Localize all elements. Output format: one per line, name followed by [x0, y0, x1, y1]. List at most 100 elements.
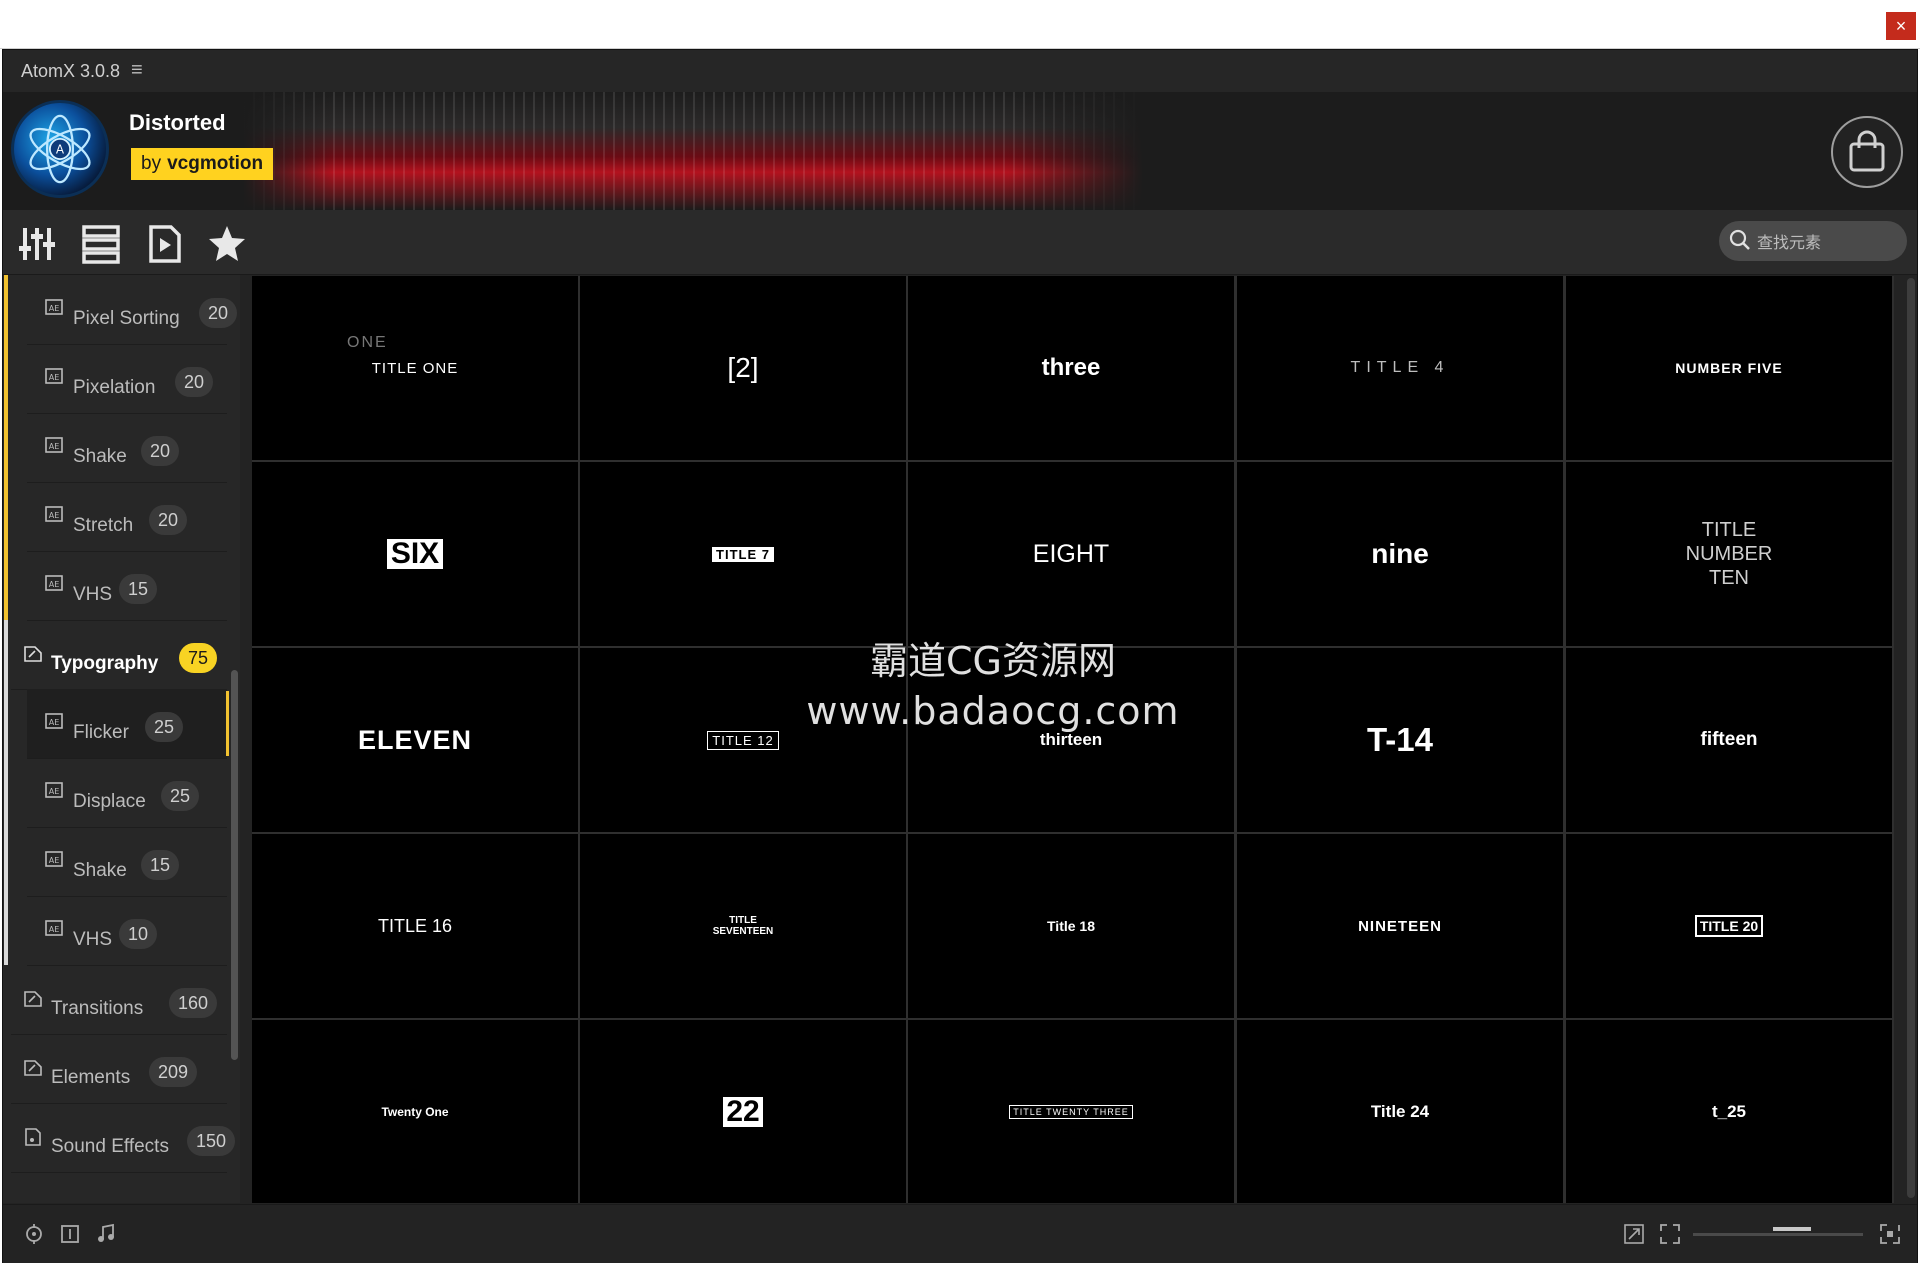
search-icon [1729, 229, 1750, 250]
film-icon[interactable] [59, 1223, 81, 1245]
preset-tile[interactable]: TITLE 4 [1237, 276, 1563, 460]
preset-tile[interactable]: TITLE TWENTY THREE [908, 1020, 1234, 1203]
preset-tile[interactable]: fifteen [1566, 648, 1892, 832]
zoom-slider-track[interactable] [1693, 1233, 1863, 1236]
preset-tile[interactable]: Twenty One [252, 1020, 578, 1203]
sidebar-category-sound-effects[interactable]: Sound Effects 150 [11, 1103, 236, 1173]
svg-text:AE: AE [49, 718, 60, 727]
preset-tile-label: Title 24 [1370, 1102, 1430, 1121]
fullscreen-icon[interactable] [1659, 1223, 1681, 1245]
sidebar-category-elements[interactable]: Elements 209 [11, 1034, 227, 1104]
sidebar-category-transitions[interactable]: Transitions 160 [11, 965, 227, 1035]
preset-tile[interactable]: TITLE 12 [580, 648, 906, 832]
bottom-status-bar [3, 1204, 1917, 1263]
preset-tile[interactable]: T-14 [1237, 648, 1563, 832]
sidebar-item-label: VHS [73, 584, 113, 605]
preset-tile[interactable]: SIX [252, 462, 578, 646]
ae-preset-icon: AE [45, 506, 63, 522]
zoom-slider-thumb[interactable] [1773, 1227, 1811, 1231]
category-sidebar: AE Pixel Sorting 20 AE Pixelation 20 AE … [3, 275, 240, 1203]
sidebar-item-label: Shake [73, 860, 127, 881]
svg-text:A: A [56, 143, 65, 157]
preset-tile[interactable]: thirteen [908, 648, 1234, 832]
author-badge[interactable]: by vcgmotion [131, 148, 274, 180]
sidebar-category-label: Typography [51, 653, 159, 674]
preset-tile-label: EIGHT [1032, 539, 1110, 568]
hamburger-menu-icon[interactable]: ≡ [131, 59, 143, 82]
ae-preset-icon: AE [45, 851, 63, 867]
sidebar-item-stretch[interactable]: AE Stretch 20 [27, 482, 227, 552]
expand-icon[interactable] [1623, 1223, 1645, 1245]
preset-tile[interactable]: t_25 [1566, 1020, 1892, 1203]
search-box[interactable] [1719, 221, 1907, 261]
preset-tile-label: TITLE TWENTY THREE [1009, 1105, 1133, 1119]
preset-tile[interactable]: TITLE NUMBER TEN [1566, 462, 1892, 646]
sidebar-selected-bar [4, 620, 8, 965]
count-badge: 25 [145, 712, 184, 742]
sidebar-item-flicker[interactable]: AE Flicker 25 [27, 689, 229, 759]
target-icon[interactable] [23, 1223, 45, 1245]
preset-tile[interactable]: nine [1237, 462, 1563, 646]
sound-file-icon [25, 1128, 41, 1146]
preset-tile-label: Twenty One [381, 1105, 449, 1119]
preset-tile[interactable]: ELEVEN [252, 648, 578, 832]
sliders-icon[interactable] [17, 224, 57, 264]
preset-tile-label: SIX [386, 539, 444, 569]
preset-tile-label: TITLE 12 [707, 730, 779, 750]
preset-tile[interactable]: TITLE SEVENTEEN [580, 834, 906, 1018]
preset-tile[interactable]: 22 [580, 1020, 906, 1203]
sidebar-item-displace[interactable]: AE Displace 25 [27, 758, 227, 828]
preset-tile-label: three [1041, 354, 1101, 381]
preset-tile[interactable]: TITLE 20 [1566, 834, 1892, 1018]
preset-tile-label: [2] [727, 352, 759, 383]
count-badge: 160 [169, 988, 218, 1018]
preset-tile[interactable]: Title 24 [1237, 1020, 1563, 1203]
preset-tile[interactable]: Title 18 [908, 834, 1234, 1018]
preset-tile-label: TITLE 4 [1350, 359, 1450, 376]
main-toolbar [3, 210, 1917, 275]
count-badge: 15 [141, 850, 180, 880]
os-title-bar: × [0, 0, 1920, 49]
search-input[interactable] [1755, 227, 1899, 257]
sidebar-category-label: Transitions [51, 998, 144, 1019]
preset-tile[interactable]: TITLE 7 [580, 462, 906, 646]
sidebar-item-label: VHS [73, 929, 113, 950]
preset-tile[interactable]: [2] [580, 276, 906, 460]
preset-tile[interactable]: three [908, 276, 1234, 460]
svg-text:AE: AE [49, 304, 60, 313]
sidebar-accent-bar [4, 275, 8, 620]
preset-tile[interactable]: TITLE 16 [252, 834, 578, 1018]
grid-scrollbar[interactable] [1907, 278, 1915, 1198]
count-badge: 15 [119, 574, 158, 604]
ae-preset-icon: AE [45, 713, 63, 729]
music-note-icon[interactable] [95, 1223, 117, 1245]
preset-tile[interactable]: NUMBER FIVE [1566, 276, 1892, 460]
preset-tile[interactable]: NINETEEN [1237, 834, 1563, 1018]
folder-icon [24, 1060, 42, 1076]
close-window-button[interactable]: × [1886, 12, 1916, 40]
star-icon[interactable] [207, 224, 247, 264]
svg-text:AE: AE [49, 373, 60, 382]
preset-tile[interactable]: EIGHT [908, 462, 1234, 646]
count-badge: 20 [199, 298, 238, 328]
play-document-icon[interactable] [145, 224, 185, 264]
sidebar-scrollbar[interactable] [231, 670, 238, 1060]
layers-icon[interactable] [81, 224, 121, 264]
preset-tile-label: NINETEEN [1358, 917, 1442, 935]
sidebar-category-typography[interactable]: Typography 75 [11, 620, 227, 690]
sidebar-item-shake[interactable]: AE Shake 20 [27, 413, 227, 483]
sidebar-item-pixel-sorting[interactable]: AE Pixel Sorting 20 [27, 275, 238, 345]
preset-tile[interactable]: ONE TITLE ONE [252, 276, 578, 460]
sidebar-item-vhs-typography[interactable]: AE VHS 10 [27, 896, 227, 966]
ae-preset-icon: AE [45, 368, 63, 384]
sidebar-item-shake-typography[interactable]: AE Shake 15 [27, 827, 227, 897]
grid-size-icon[interactable] [1879, 1223, 1901, 1245]
app-title: AtomX 3.0.8 [21, 61, 121, 81]
preset-tile-label: TITLE NUMBER TEN [1685, 519, 1773, 589]
panel-title-bar: AtomX 3.0.8 ≡ [3, 50, 1917, 93]
shop-button[interactable] [1831, 116, 1903, 188]
sidebar-item-label: Pixel Sorting [73, 308, 180, 329]
sidebar-item-pixelation[interactable]: AE Pixelation 20 [27, 344, 227, 414]
svg-text:AE: AE [49, 511, 60, 520]
sidebar-item-vhs[interactable]: AE VHS 15 [27, 551, 227, 621]
